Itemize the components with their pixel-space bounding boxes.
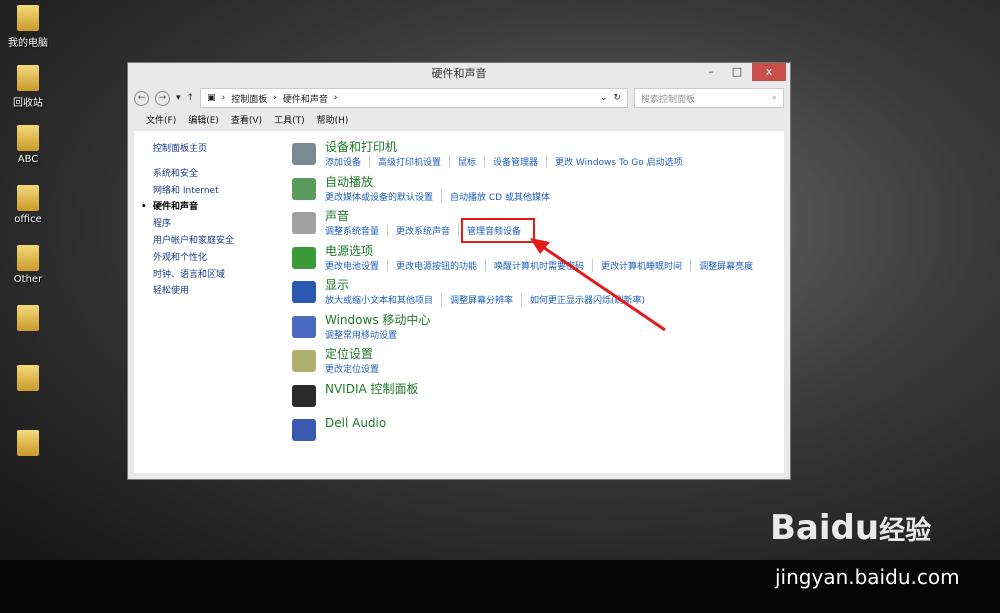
- watermark-logo: Baidu经验: [770, 508, 932, 548]
- watermark-url: jingyan.baidu.com: [775, 565, 960, 589]
